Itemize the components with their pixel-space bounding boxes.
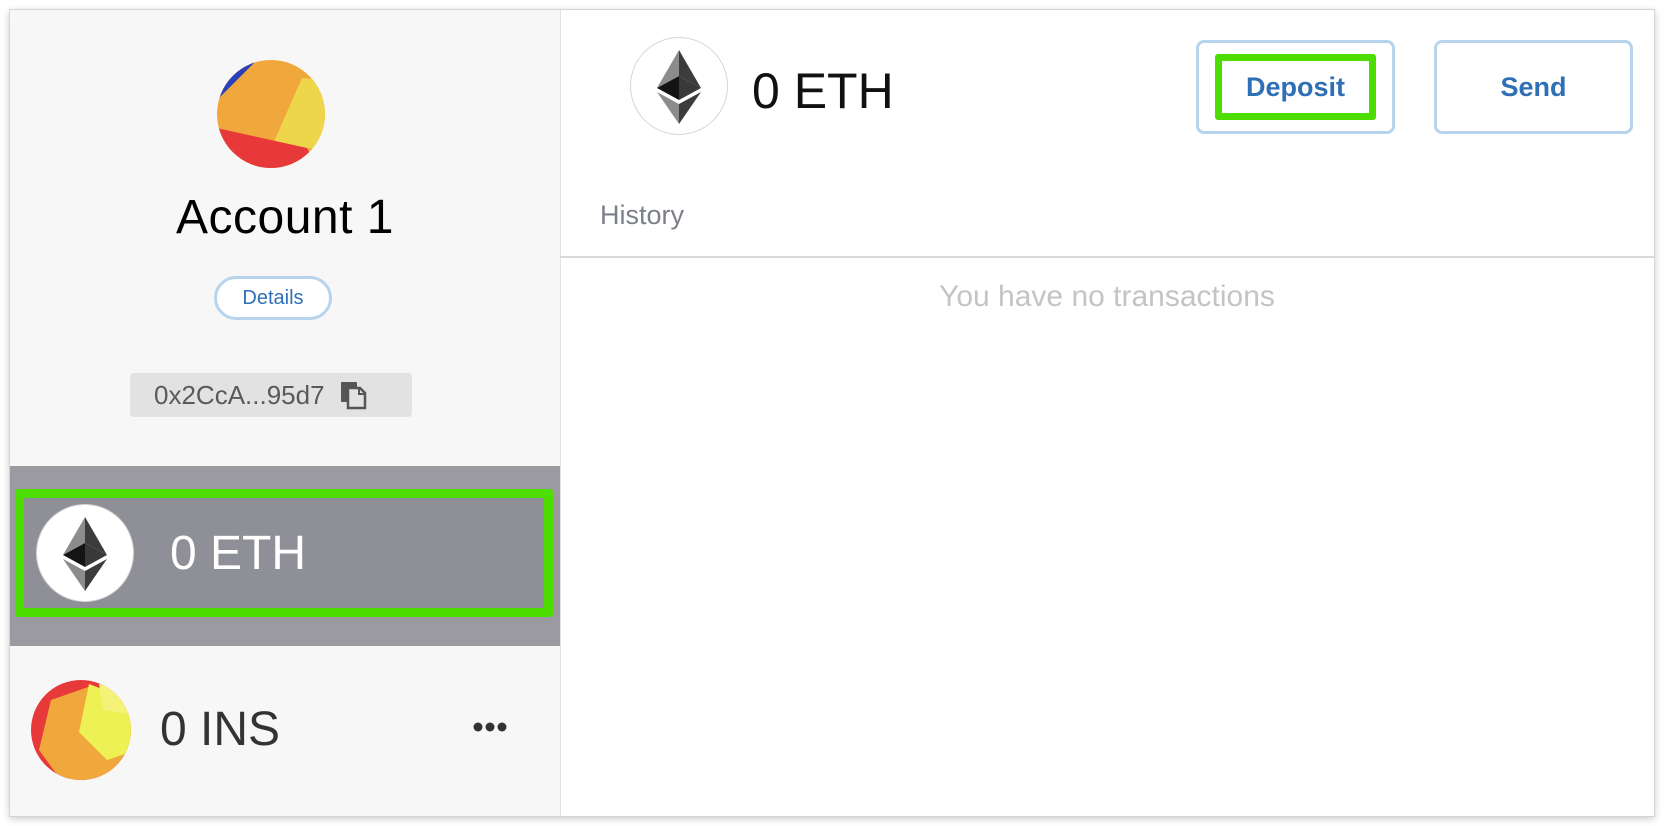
sidebar: Account 1 Details 0x2CcA...95d7 0 ETH 0 …	[10, 10, 561, 816]
ethereum-icon	[36, 504, 134, 602]
account-name: Account 1	[176, 191, 394, 244]
address-copy-chip[interactable]: 0x2CcA...95d7	[130, 373, 412, 417]
empty-transactions-message: You have no transactions	[939, 280, 1275, 313]
details-button[interactable]: Details	[214, 276, 332, 320]
token-row-ins[interactable]: 0 INS	[10, 666, 560, 816]
tab-history[interactable]: History	[600, 200, 684, 231]
account-avatar-icon[interactable]	[217, 60, 325, 168]
token-amount: 0 ETH	[170, 527, 307, 580]
send-button[interactable]: Send	[1434, 40, 1633, 134]
main-balance: 0 ETH	[752, 63, 894, 119]
divider	[560, 256, 1654, 258]
deposit-button[interactable]: Deposit	[1196, 40, 1395, 134]
more-options-icon[interactable]	[468, 712, 512, 742]
token-row-eth[interactable]: 0 ETH	[15, 489, 553, 617]
ethereum-icon	[630, 37, 728, 135]
wallet-window: Account 1 Details 0x2CcA...95d7 0 ETH 0 …	[10, 10, 1654, 816]
token-amount: 0 INS	[160, 703, 281, 756]
copy-icon[interactable]	[339, 380, 367, 410]
account-address: 0x2CcA...95d7	[154, 379, 325, 410]
jazzicon-token-icon	[31, 680, 131, 780]
deposit-button-label: Deposit	[1215, 54, 1376, 120]
